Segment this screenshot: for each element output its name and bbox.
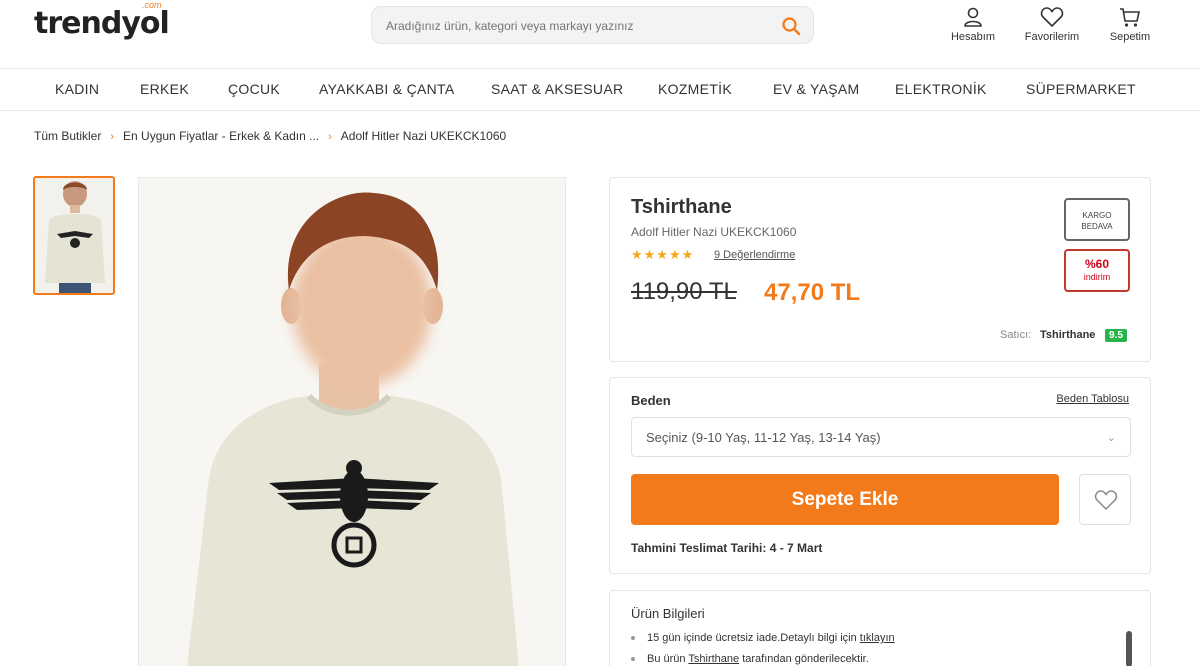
info-item-return: 15 gün içinde ücretsiz iade.Detaylı bilg… (631, 632, 895, 644)
breadcrumb: Tüm Butikler › En Uygun Fiyatlar - Erkek &… (34, 129, 506, 143)
info-item2-link[interactable]: Tshirthane (688, 653, 739, 665)
delivery-value: 4 - 7 Mart (769, 541, 823, 555)
trendyol-logo[interactable]: trendyol (34, 6, 170, 41)
badge-kargo-line1: KARGO (1082, 211, 1112, 220)
nav-item-saat-aksesuar[interactable]: SAAT & AKSESUAR (491, 81, 623, 97)
breadcrumb-item[interactable]: En Uygun Fiyatlar - Erkek & Kadın ... (123, 129, 319, 143)
info-item2-pre: Bu ürün (647, 653, 689, 665)
chevron-right-icon: › (328, 131, 332, 143)
favorites-button[interactable]: Favorilerim (1017, 6, 1087, 43)
add-to-cart-button[interactable]: Sepete Ekle (631, 474, 1059, 525)
search-icon[interactable] (781, 16, 801, 36)
search-input[interactable] (386, 16, 766, 36)
nav-item-kozmetik[interactable]: KOZMETİK (658, 81, 732, 97)
sale-price: 47,70 TL (764, 279, 861, 306)
heart-icon (1040, 7, 1064, 28)
bullet-icon (631, 657, 635, 662)
chevron-right-icon: › (110, 131, 115, 143)
site-header: trendyol .com Hesabım Favorilerim Sepeti… (0, 0, 1200, 68)
search-bar[interactable] (371, 6, 814, 44)
cart-icon (1120, 8, 1140, 27)
nav-item-supermarket[interactable]: SÜPERMARKET (1026, 81, 1136, 97)
nav-item-erkek[interactable]: ERKEK (140, 81, 189, 97)
category-nav: KADIN ERKEK ÇOCUK AYAKKABI & ÇANTA SAAT … (0, 69, 1200, 111)
user-icon (964, 7, 982, 27)
seller-score-badge: 9.5 (1105, 329, 1127, 342)
add-to-favorites-button[interactable] (1079, 474, 1131, 525)
size-table-link[interactable]: Beden Tablosu (1056, 393, 1129, 405)
info-item2-post: tarafından gönderilecektir. (739, 653, 869, 665)
info-title: Ürün Bilgileri (631, 606, 705, 621)
product-name: Adolf Hitler Nazi UKEKCK1060 (631, 225, 797, 239)
product-photo (139, 178, 565, 666)
discount-percent: %60 (1084, 257, 1110, 271)
account-label: Hesabım (950, 31, 996, 43)
nav-item-ev-yasam[interactable]: EV & YAŞAM (773, 81, 860, 97)
seller-label: Satıcı: (1000, 329, 1032, 341)
nav-item-kadin[interactable]: KADIN (55, 81, 99, 97)
heart-outline-icon (1094, 490, 1118, 511)
delivery-label: Tahmini Teslimat Tarihi: (631, 541, 767, 555)
info-item1-link[interactable]: tıklayın (860, 632, 895, 644)
breadcrumb-item-current[interactable]: Adolf Hitler Nazi UKEKCK1060 (341, 129, 506, 143)
reviews-link[interactable]: 9 Değerlendirme (714, 249, 795, 261)
product-thumbnail[interactable] (33, 176, 115, 295)
old-price: 119,90 TL (631, 278, 737, 305)
product-summary-card: Tshirthane Adolf Hitler Nazi UKEKCK1060 … (609, 177, 1151, 362)
size-label: Beden (631, 393, 671, 408)
breadcrumb-item[interactable]: Tüm Butikler (34, 129, 101, 143)
account-button[interactable]: Hesabım (938, 6, 1008, 43)
badge-kargo-line2: BEDAVA (1081, 222, 1113, 231)
nav-item-cocuk[interactable]: ÇOCUK (228, 81, 280, 97)
nav-item-ayakkabi-canta[interactable]: AYAKKABI & ÇANTA (319, 81, 455, 97)
favorites-label: Favorilerim (1024, 31, 1080, 43)
free-shipping-badge: KARGO BEDAVA (1064, 198, 1130, 241)
cart-button[interactable]: Sepetim (1095, 6, 1165, 43)
discount-label: indirim (1083, 272, 1111, 282)
product-main-image[interactable] (138, 177, 566, 666)
logo-suffix: .com (142, 0, 162, 10)
info-item1-text: 15 gün içinde ücretsiz iade.Detaylı bilg… (647, 632, 860, 644)
size-select-value: Seçiniz (9-10 Yaş, 11-12 Yaş, 13-14 Yaş) (646, 430, 881, 445)
brand-name[interactable]: Tshirthane (631, 196, 732, 219)
info-item-shipper: Bu ürün Tshirthane tarafından gönderilec… (631, 653, 869, 665)
delivery-estimate: Tahmini Teslimat Tarihi: 4 - 7 Mart (631, 541, 822, 555)
purchase-card: Beden Beden Tablosu Seçiniz (9-10 Yaş, 1… (609, 377, 1151, 574)
rating-stars-icon: ★★★★★ (631, 247, 695, 262)
thumbnail-image (35, 178, 113, 293)
chevron-down-icon: ⌄ (1106, 432, 1116, 444)
product-info-card: Ürün Bilgileri 15 gün içinde ücretsiz ia… (609, 590, 1151, 666)
bullet-icon (631, 636, 635, 641)
seller-name[interactable]: Tshirthane (1040, 329, 1095, 341)
nav-item-elektronik[interactable]: ELEKTRONİK (895, 81, 987, 97)
cart-label: Sepetim (1109, 31, 1151, 43)
scrollbar[interactable] (1126, 631, 1132, 666)
size-select[interactable]: Seçiniz (9-10 Yaş, 11-12 Yaş, 13-14 Yaş)… (631, 417, 1131, 457)
discount-badge: %60 indirim (1064, 249, 1130, 292)
